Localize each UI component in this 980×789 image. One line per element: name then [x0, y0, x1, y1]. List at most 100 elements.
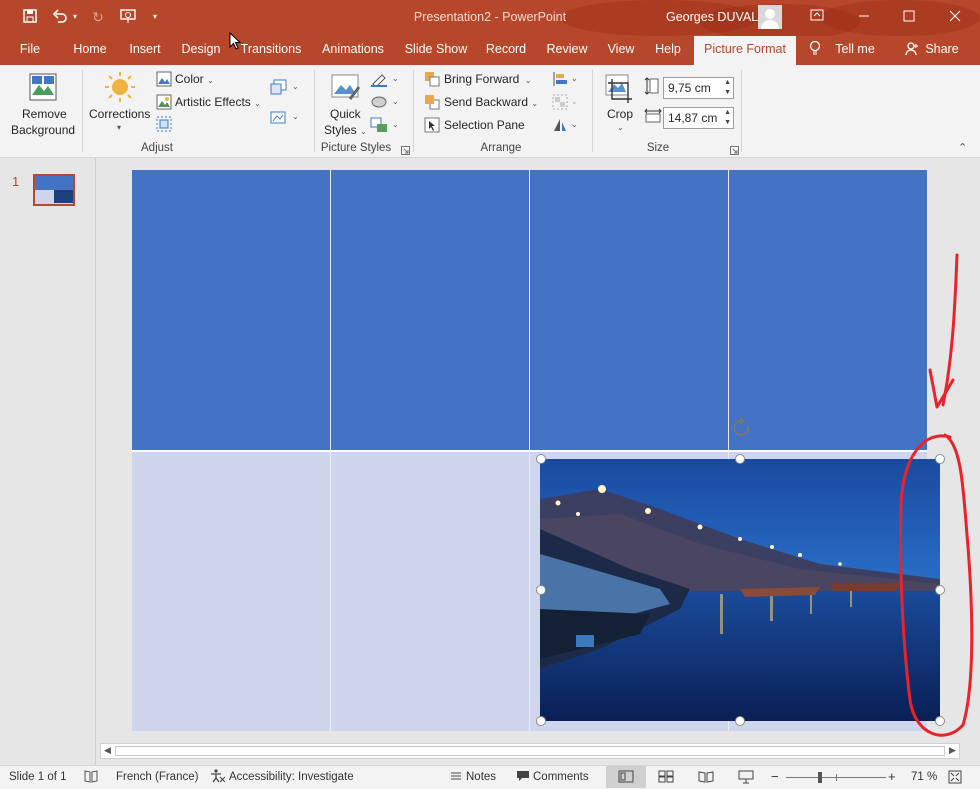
align-dropdown-icon[interactable]: ⌄ — [571, 74, 578, 83]
artistic-effects-icon[interactable] — [156, 94, 172, 113]
scroll-left-icon[interactable]: ◀ — [104, 745, 111, 756]
remove-background-icon[interactable] — [29, 73, 59, 106]
tab-insert[interactable]: Insert — [122, 36, 168, 65]
tab-animations[interactable]: Animations — [316, 36, 390, 65]
zoom-in-button[interactable]: + — [888, 769, 896, 784]
compress-pictures-icon[interactable] — [270, 79, 288, 98]
bring-forward-button[interactable]: Bring Forward ⌄ — [444, 72, 532, 86]
picture-border-icon[interactable] — [370, 71, 388, 90]
resize-handle-left[interactable] — [536, 585, 546, 595]
normal-view-icon[interactable] — [606, 766, 646, 788]
crop-icon[interactable] — [604, 73, 636, 108]
tab-transitions[interactable]: Transitions — [236, 36, 306, 65]
selection-pane-icon[interactable] — [424, 117, 440, 136]
notes-icon[interactable] — [450, 770, 462, 785]
scroll-thumb[interactable] — [115, 746, 945, 756]
notes-button[interactable]: Notes — [466, 771, 496, 783]
resize-handle-top[interactable] — [735, 454, 745, 464]
change-picture-dropdown-icon[interactable]: ⌄ — [292, 112, 299, 121]
tab-home[interactable]: Home — [66, 36, 114, 65]
selection-pane-button[interactable]: Selection Pane — [444, 118, 525, 132]
fit-slide-icon[interactable] — [948, 770, 962, 787]
corrections-button[interactable]: Corrections — [89, 107, 150, 121]
ribbon-display-options-icon[interactable] — [808, 8, 826, 26]
language-indicator[interactable]: French (France) — [116, 771, 198, 783]
comments-button[interactable]: Comments — [533, 771, 589, 783]
height-input[interactable]: 9,75 cm ▲ ▼ — [663, 77, 734, 99]
size-launcher-icon[interactable] — [730, 144, 739, 158]
remove-background-label-1[interactable]: Remove — [22, 107, 67, 121]
compress-dropdown-icon[interactable]: ⌄ — [292, 82, 299, 91]
zoom-level[interactable]: 71 % — [911, 771, 937, 783]
accessibility-status[interactable]: Accessibility: Investigate — [229, 771, 354, 783]
slide-number: 1 — [12, 174, 20, 189]
horizontal-scrollbar[interactable]: ◀ ▶ — [100, 743, 960, 759]
picture-layout-dropdown-icon[interactable]: ⌄ — [392, 120, 399, 129]
remove-background-label-2[interactable]: Background — [11, 123, 75, 137]
slideshow-view-icon[interactable] — [738, 770, 754, 787]
tab-design[interactable]: Design — [176, 36, 226, 65]
resize-handle-top-left[interactable] — [536, 454, 546, 464]
tab-picture-format[interactable]: Picture Format — [694, 36, 796, 65]
slide-count[interactable]: Slide 1 of 1 — [9, 771, 67, 783]
rotate-handle-icon[interactable] — [731, 417, 753, 442]
transparency-icon[interactable] — [156, 116, 172, 135]
tab-help[interactable]: Help — [648, 36, 688, 65]
rotate-dropdown-icon[interactable]: ⌄ — [571, 120, 578, 129]
share-button[interactable]: Share — [922, 36, 962, 65]
picture-styles-launcher-icon[interactable] — [401, 144, 410, 158]
comments-icon[interactable] — [516, 770, 530, 785]
tab-record[interactable]: Record — [480, 36, 532, 65]
scroll-right-icon[interactable]: ▶ — [949, 745, 956, 756]
slide-thumbnail[interactable] — [33, 174, 75, 206]
bring-forward-icon[interactable] — [424, 71, 440, 90]
spelling-check-icon[interactable] — [84, 769, 98, 786]
tab-file[interactable]: File — [10, 36, 50, 65]
resize-handle-bottom[interactable] — [735, 716, 745, 726]
corrections-dropdown-icon[interactable]: ▾ — [117, 123, 121, 132]
user-name[interactable]: Georges DUVAL — [666, 10, 758, 24]
rotate-icon[interactable] — [552, 117, 568, 136]
quick-styles-label-1[interactable]: Quick — [330, 107, 361, 121]
send-backward-button[interactable]: Send Backward ⌄ — [444, 95, 538, 109]
crop-dropdown-icon[interactable]: ⌄ — [617, 123, 624, 132]
collapse-ribbon-icon[interactable]: ⌃ — [958, 141, 967, 154]
width-input[interactable]: 14,87 cm ▲ ▼ — [663, 107, 734, 129]
reading-view-icon[interactable] — [698, 770, 714, 786]
width-spinner-icon[interactable]: ▲ ▼ — [724, 108, 731, 128]
artistic-effects-button[interactable]: Artistic Effects ⌄ — [175, 95, 261, 109]
color-button[interactable]: Color ⌄ — [175, 72, 214, 86]
shape-height-icon — [644, 77, 660, 98]
tell-me-search[interactable]: Tell me — [832, 36, 878, 65]
color-icon[interactable] — [156, 71, 172, 90]
group-dropdown-icon[interactable]: ⌄ — [571, 97, 578, 106]
slide-sorter-icon[interactable] — [658, 770, 674, 786]
tab-review[interactable]: Review — [540, 36, 594, 65]
picture-border-dropdown-icon[interactable]: ⌄ — [392, 74, 399, 83]
picture-effects-dropdown-icon[interactable]: ⌄ — [392, 97, 399, 106]
crop-button[interactable]: Crop — [607, 107, 633, 121]
zoom-out-button[interactable]: − — [771, 769, 779, 784]
height-spinner-icon[interactable]: ▲ ▼ — [724, 78, 731, 98]
zoom-slider[interactable] — [786, 772, 886, 783]
selected-picture[interactable] — [540, 459, 940, 721]
change-picture-icon[interactable] — [270, 109, 288, 128]
minimize-icon[interactable] — [855, 8, 873, 26]
resize-handle-bottom-left[interactable] — [536, 716, 546, 726]
group-icon[interactable] — [552, 94, 568, 113]
quick-styles-icon[interactable] — [330, 73, 362, 108]
avatar[interactable] — [758, 5, 782, 29]
artistic-effects-label: Artistic Effects — [175, 95, 251, 109]
maximize-icon[interactable] — [900, 8, 918, 26]
align-icon[interactable] — [552, 71, 568, 90]
close-icon[interactable] — [946, 8, 964, 26]
accessibility-icon[interactable] — [210, 769, 226, 786]
picture-layout-icon[interactable] — [370, 117, 388, 136]
tab-view[interactable]: View — [602, 36, 640, 65]
picture-effects-icon[interactable] — [370, 94, 388, 113]
quick-styles-button[interactable]: Styles ⌄ — [324, 123, 367, 137]
corrections-sun-icon[interactable] — [104, 71, 136, 106]
send-backward-icon[interactable] — [424, 94, 440, 113]
zoom-slider-thumb[interactable] — [818, 772, 822, 783]
tab-slide-show[interactable]: Slide Show — [400, 36, 472, 65]
